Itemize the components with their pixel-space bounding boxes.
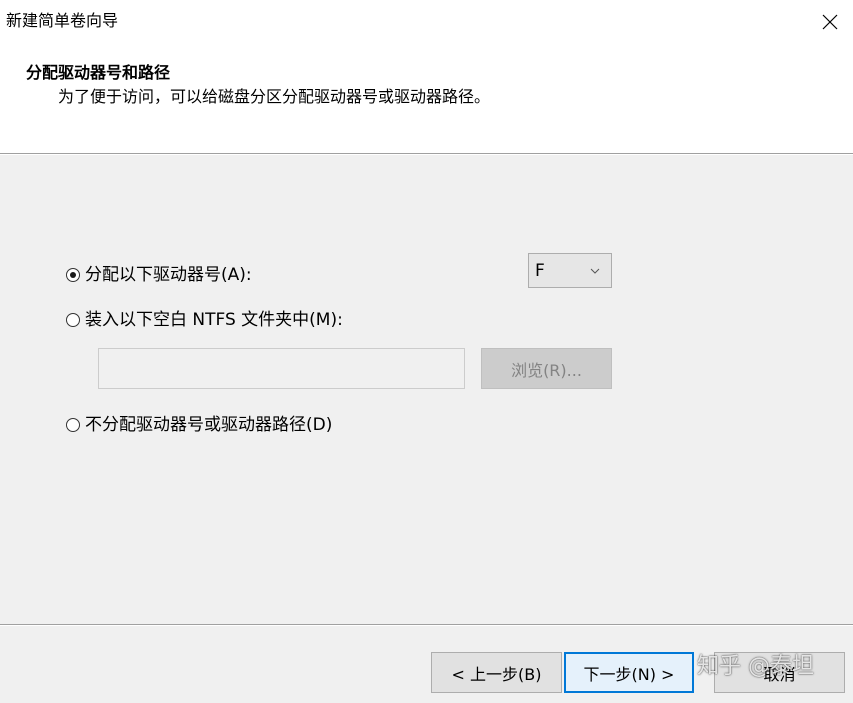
browse-button-label: 浏览(R)...	[511, 360, 582, 380]
wizard-body: 分配以下驱动器号(A): F 装入以下空白 NTFS 文件夹中(M): 浏览(R…	[0, 155, 853, 625]
next-button-label: 下一步(N) >	[583, 664, 675, 684]
folder-path-input[interactable]	[98, 348, 465, 389]
option-no-assign[interactable]: 不分配驱动器号或驱动器路径(D)	[66, 414, 332, 436]
radio-no-assign[interactable]	[66, 418, 80, 432]
back-button[interactable]: < 上一步(B)	[431, 652, 562, 693]
option-assign-letter[interactable]: 分配以下驱动器号(A):	[66, 264, 252, 286]
browse-button[interactable]: 浏览(R)...	[481, 348, 612, 389]
drive-letter-select[interactable]: F	[528, 253, 612, 288]
close-button[interactable]	[807, 0, 853, 44]
wizard-header: 分配驱动器号和路径 为了便于访问，可以给磁盘分区分配驱动器号或驱动器路径。	[0, 44, 853, 154]
close-icon	[822, 14, 838, 30]
option-assign-letter-label: 分配以下驱动器号(A):	[85, 265, 252, 285]
option-no-assign-label: 不分配驱动器号或驱动器路径(D)	[85, 415, 333, 435]
title-bar: 新建简单卷向导	[0, 0, 853, 44]
page-subtitle: 为了便于访问，可以给磁盘分区分配驱动器号或驱动器路径。	[58, 87, 491, 106]
wizard-window: 新建简单卷向导 分配驱动器号和路径 为了便于访问，可以给磁盘分区分配驱动器号或驱…	[0, 0, 853, 703]
next-button[interactable]: 下一步(N) >	[564, 652, 694, 693]
drive-letter-value: F	[535, 260, 545, 281]
wizard-footer: < 上一步(B) 下一步(N) > 取消	[0, 626, 853, 703]
window-title: 新建简单卷向导	[6, 11, 119, 30]
cancel-button[interactable]: 取消	[714, 652, 845, 693]
page-title: 分配驱动器号和路径	[26, 63, 171, 82]
radio-assign-letter[interactable]	[66, 268, 80, 282]
option-mount-folder[interactable]: 装入以下空白 NTFS 文件夹中(M):	[66, 309, 343, 331]
cancel-button-label: 取消	[763, 664, 796, 684]
radio-mount-folder[interactable]	[66, 313, 80, 327]
back-button-label: < 上一步(B)	[451, 664, 542, 684]
option-mount-folder-label: 装入以下空白 NTFS 文件夹中(M):	[85, 310, 343, 330]
chevron-down-icon	[585, 261, 605, 281]
